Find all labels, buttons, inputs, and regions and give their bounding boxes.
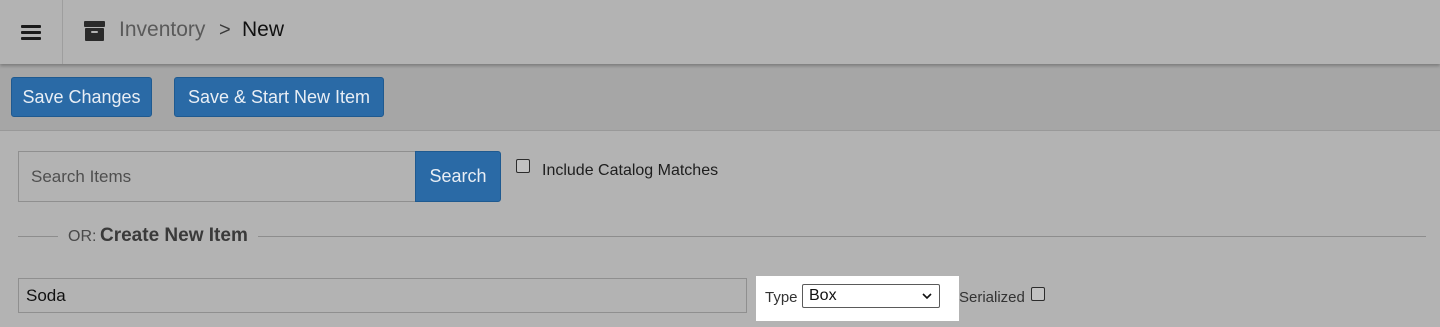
- hamburger-menu-icon[interactable]: [0, 0, 63, 64]
- search-items-input[interactable]: [18, 151, 416, 202]
- include-catalog-checkbox[interactable]: [516, 159, 530, 173]
- serialized-checkbox[interactable]: [1031, 287, 1045, 301]
- search-button[interactable]: Search: [415, 151, 501, 202]
- type-label: Type: [765, 289, 798, 306]
- breadcrumb-inventory-link[interactable]: Inventory: [119, 18, 205, 42]
- divider: [18, 236, 58, 237]
- save-and-new-button[interactable]: Save & Start New Item: [174, 77, 384, 117]
- type-select[interactable]: Box: [802, 284, 940, 308]
- main-content: Search Include Catalog Matches OR: Creat…: [0, 132, 1440, 327]
- serialized-label: Serialized: [959, 289, 1025, 306]
- breadcrumb-current: New: [242, 18, 285, 41]
- save-changes-button[interactable]: Save Changes: [11, 77, 152, 117]
- item-name-input[interactable]: [18, 278, 747, 313]
- action-toolbar: Save Changes Save & Start New Item: [0, 64, 1440, 131]
- archive-box-icon: [84, 21, 105, 41]
- top-header: Inventory > New: [0, 0, 1440, 64]
- include-catalog-label: Include Catalog Matches: [542, 162, 719, 179]
- create-new-item-heading: Create New Item: [100, 225, 248, 246]
- divider: [258, 236, 1426, 237]
- type-field-panel: Type Box: [756, 276, 959, 321]
- breadcrumb-separator: >: [219, 19, 231, 41]
- chevron-down-icon: [922, 293, 932, 300]
- type-select-value: Box: [809, 287, 837, 304]
- or-label: OR:: [68, 228, 97, 245]
